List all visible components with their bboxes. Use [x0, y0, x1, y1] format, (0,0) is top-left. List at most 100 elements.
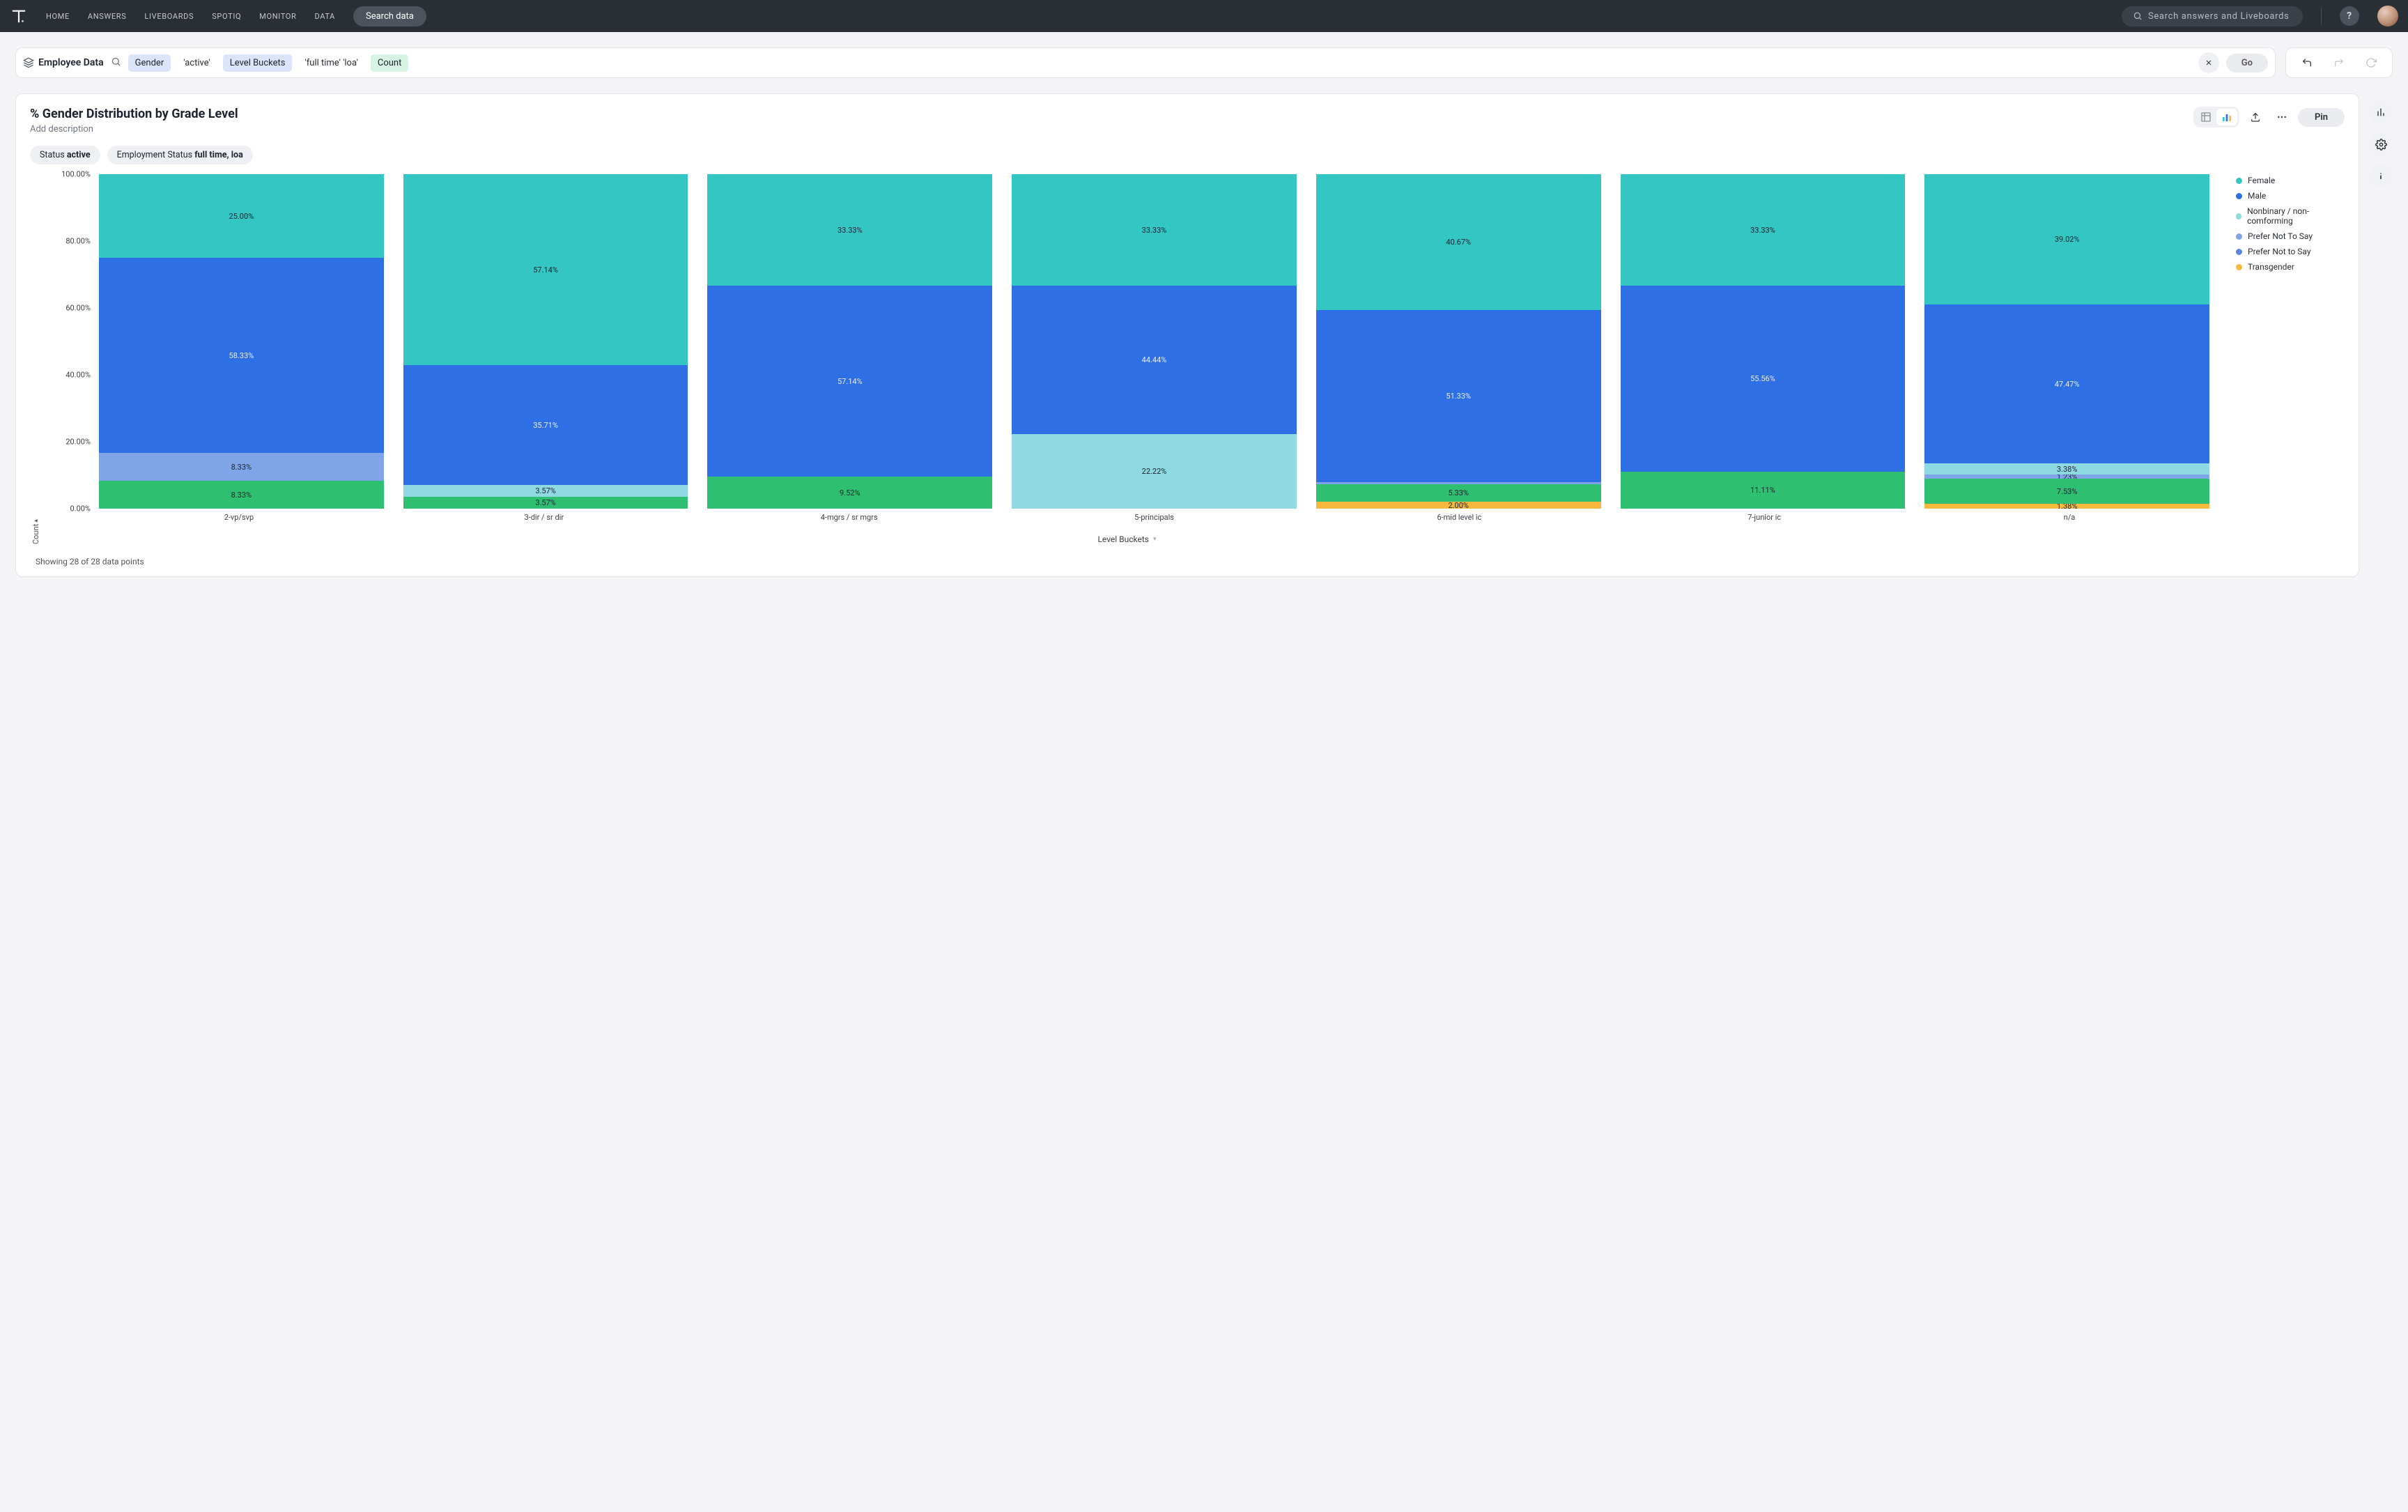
topbar: HOME ANSWERS LIVEBOARDS SPOTIQ MONITOR DATA S… [0, 0, 2408, 32]
bar-segment[interactable]: 57.14% [403, 174, 688, 365]
bar-segment[interactable]: 8.33% [99, 453, 384, 481]
bar-segment[interactable]: 40.67% [1316, 174, 1601, 310]
upload-icon [2250, 111, 2261, 123]
info-button[interactable] [2369, 164, 2393, 188]
nav-item-liveboards[interactable]: LIVEBOARDS [144, 12, 194, 21]
bar-segment[interactable]: 33.33% [1621, 174, 1906, 286]
legend-swatch [2236, 193, 2242, 199]
undo-button[interactable] [2297, 53, 2317, 72]
bar-segment[interactable]: 51.33% [1316, 310, 1601, 481]
chart-bars: 8.33%8.33%58.33%25.00%3.57%3.57%35.71%57… [96, 174, 2212, 509]
bar-segment[interactable] [1316, 482, 1601, 484]
bar-segment[interactable]: 3.38% [1924, 463, 2209, 475]
bar-column[interactable]: 11.11%55.56%33.33% [1621, 174, 1906, 509]
chart-view-button[interactable] [2216, 109, 2237, 125]
right-rail [2369, 93, 2393, 188]
search-icon [2133, 11, 2143, 21]
nav-item-home[interactable]: HOME [46, 12, 70, 21]
legend-label: Female [2248, 176, 2275, 185]
bar-segment[interactable]: 39.02% [1924, 174, 2209, 304]
history-panel [2285, 47, 2393, 78]
data-points-footer: Showing 28 of 28 data points [36, 557, 2345, 566]
chart-config-button[interactable] [2369, 100, 2393, 124]
bar-segment[interactable]: 1.23% [1924, 475, 2209, 479]
gear-icon [2375, 139, 2387, 151]
brand-logo[interactable] [10, 7, 28, 25]
bar-column[interactable]: 3.57%3.57%35.71%57.14% [403, 174, 688, 509]
bar-column[interactable]: 8.33%8.33%58.33%25.00% [99, 174, 384, 509]
bar-segment[interactable]: 8.33% [99, 481, 384, 509]
legend-item[interactable]: Female [2236, 176, 2345, 185]
filter-chip[interactable]: Status active [30, 146, 100, 164]
bar-segment[interactable]: 3.57% [403, 497, 688, 509]
bar-column[interactable]: 1.38%7.53%1.23%3.38%47.47%39.02% [1924, 174, 2209, 509]
clear-query-button[interactable] [2198, 52, 2219, 73]
reset-button[interactable] [2361, 53, 2381, 72]
close-icon [2205, 59, 2213, 67]
legend-item[interactable]: Prefer Not To Say [2236, 231, 2345, 241]
bar-segment[interactable]: 25.00% [99, 174, 384, 258]
bar-segment[interactable]: 55.56% [1621, 286, 1906, 472]
query-token[interactable]: Level Buckets [223, 54, 293, 72]
filter-chip[interactable]: Employment Status full time, loa [107, 146, 253, 164]
answer-description[interactable]: Add description [30, 124, 2185, 134]
legend-item[interactable]: Transgender [2236, 262, 2345, 272]
export-button[interactable] [2245, 107, 2266, 128]
user-avatar[interactable] [2377, 6, 2398, 26]
bar-segment[interactable]: 3.57% [403, 485, 688, 497]
go-button[interactable]: Go [2226, 54, 2268, 72]
bar-segment[interactable]: 58.33% [99, 258, 384, 453]
legend-item[interactable]: Nonbinary / non-comforming [2236, 206, 2345, 226]
pin-button[interactable]: Pin [2298, 108, 2345, 127]
bar-segment[interactable]: 1.38% [1924, 504, 2209, 509]
query-token[interactable]: 'full time' 'loa' [298, 54, 364, 72]
nav-item-data[interactable]: DATA [314, 12, 335, 21]
filter-chips: Status active Employment Status full time… [30, 146, 2345, 164]
nav-item-monitor[interactable]: MONITOR [259, 12, 296, 21]
bar-column[interactable]: 22.22%44.44%33.33% [1012, 174, 1297, 509]
bar-segment[interactable]: 44.44% [1012, 286, 1297, 434]
data-source-chip[interactable]: Employee Data [23, 57, 104, 68]
global-search-input[interactable]: Search answers and Liveboards [2122, 6, 2303, 26]
query-search-icon [111, 56, 121, 70]
search-data-button[interactable]: Search data [353, 6, 426, 26]
bar-chart-icon [2375, 107, 2386, 118]
table-icon [2200, 111, 2212, 123]
nav-item-spotiq[interactable]: SPOTIQ [212, 12, 241, 21]
bar-segment[interactable]: 35.71% [403, 365, 688, 484]
legend-label: Transgender [2248, 262, 2294, 272]
table-view-button[interactable] [2195, 109, 2216, 125]
y-axis-label[interactable]: Count ▸ [30, 174, 42, 544]
bar-segment[interactable]: 33.33% [1012, 174, 1297, 286]
query-token[interactable]: Gender [128, 54, 171, 72]
bar-column[interactable]: 9.52%57.14%33.33% [707, 174, 992, 509]
legend-swatch [2236, 233, 2242, 240]
legend-item[interactable]: Prefer Not to Say [2236, 247, 2345, 256]
bar-segment[interactable]: 2.00% [1316, 502, 1601, 509]
redo-button[interactable] [2329, 53, 2349, 72]
answer-title[interactable]: % Gender Distribution by Grade Level [30, 107, 2185, 121]
query-tokens[interactable]: Gender 'active' Level Buckets 'full time' '… [128, 54, 2191, 72]
bar-segment[interactable]: 9.52% [707, 477, 992, 509]
bar-segment[interactable]: 7.53% [1924, 479, 2209, 504]
bar-column[interactable]: 2.00%5.33% 51.33%40.67% [1316, 174, 1601, 509]
more-actions-button[interactable] [2271, 107, 2292, 128]
bar-segment[interactable]: 57.14% [707, 286, 992, 477]
legend-item[interactable]: Male [2236, 191, 2345, 201]
nav-item-answers[interactable]: ANSWERS [88, 12, 127, 21]
bar-segment[interactable]: 11.11% [1621, 472, 1906, 509]
legend-label: Nonbinary / non-comforming [2247, 206, 2345, 226]
y-tick: 100.00% [61, 170, 91, 179]
global-search-placeholder: Search answers and Liveboards [2148, 11, 2289, 22]
x-tick: 7-junior ic [1621, 513, 1907, 522]
bar-segment[interactable]: 5.33% [1316, 484, 1601, 502]
view-mode-toggle [2193, 107, 2239, 128]
help-button[interactable]: ? [2340, 6, 2359, 26]
query-token[interactable]: Count [371, 54, 408, 72]
bar-segment[interactable]: 33.33% [707, 174, 992, 286]
x-axis-label[interactable]: Level Buckets▾ [42, 534, 2212, 544]
query-token[interactable]: 'active' [176, 54, 217, 72]
bar-segment[interactable]: 47.47% [1924, 304, 2209, 463]
settings-button[interactable] [2369, 132, 2393, 156]
bar-segment[interactable]: 22.22% [1012, 434, 1297, 509]
